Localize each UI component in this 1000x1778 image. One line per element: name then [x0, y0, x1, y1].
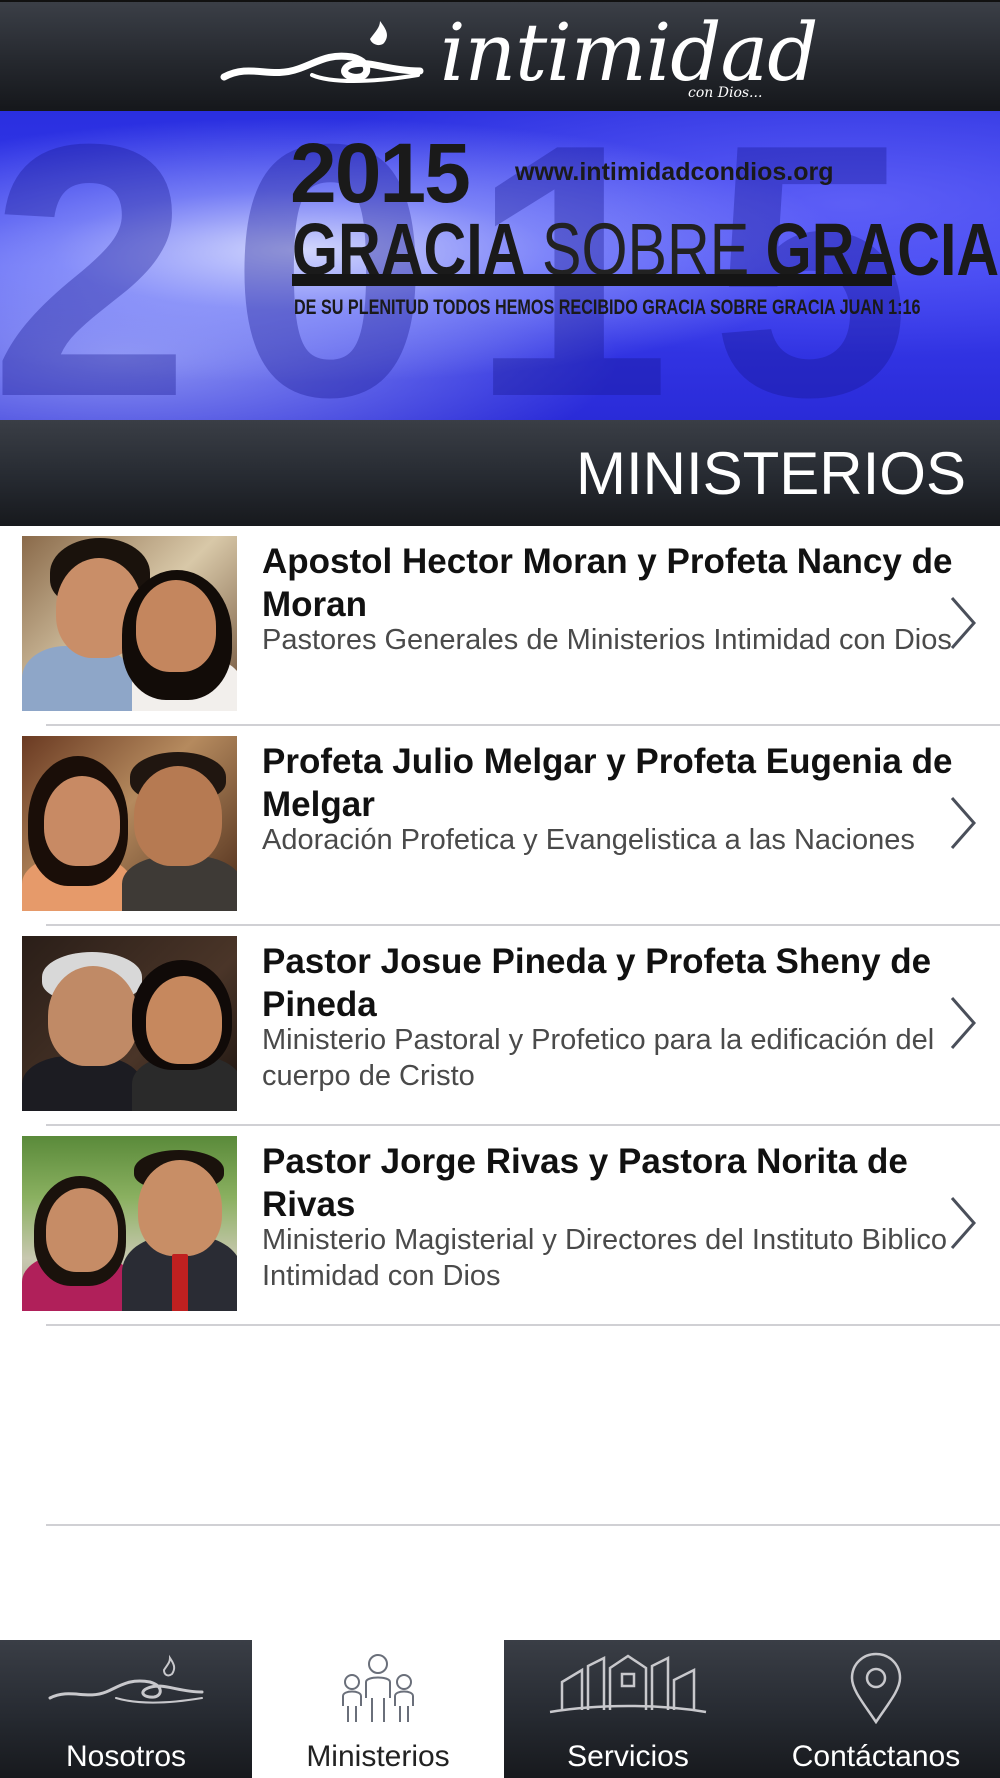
tab-label: Contáctanos: [791, 1740, 961, 1773]
chevron-right-icon: [950, 797, 976, 849]
tab-ministerios[interactable]: Ministerios: [252, 1640, 504, 1778]
buildings-icon: [549, 1654, 707, 1714]
ministry-subtitle: Ministerio Magisterial y Directores del …: [262, 1224, 947, 1292]
waves-logo-icon: [48, 1654, 204, 1704]
intimidad-logo: intimidad con Dios...: [220, 6, 818, 107]
logo-tagline: con Dios...: [688, 84, 763, 101]
banner-verse: DE SU PLENITUD TODOS HEMOS RECIBIDO GRAC…: [294, 296, 921, 319]
list-item-moran[interactable]: Apostol Hector Moran y Profeta Nancy de …: [0, 526, 1000, 726]
chevron-right-icon: [950, 1197, 976, 1249]
ministry-photo: [22, 536, 237, 711]
tab-nosotros[interactable]: Nosotros: [0, 1640, 252, 1778]
row-separator: [46, 1524, 1000, 1526]
tab-bar: Nosotros Ministerios Servicios Contáctan…: [0, 1640, 1000, 1778]
ministry-title: Pastor Josue Pineda y Profeta Sheny de P…: [262, 942, 932, 1024]
banner-image: 2015 2015 www.intimidadcondios.org GRACI…: [0, 111, 1000, 420]
ministry-subtitle: Adoración Profetica y Evangelistica a la…: [262, 824, 915, 856]
people-icon: [342, 1654, 414, 1722]
ministries-list: Apostol Hector Moran y Profeta Nancy de …: [0, 526, 1000, 1526]
ministry-title: Apostol Hector Moran y Profeta Nancy de …: [262, 542, 953, 624]
location-pin-icon: [850, 1652, 902, 1724]
empty-list-row: [0, 1326, 1000, 1526]
ministry-photo: [22, 736, 237, 911]
list-item-melgar[interactable]: Profeta Julio Melgar y Profeta Eugenia d…: [0, 726, 1000, 926]
tab-label: Servicios: [567, 1740, 689, 1773]
app-header: intimidad con Dios...: [0, 0, 1000, 111]
tab-servicios[interactable]: Servicios: [504, 1640, 752, 1778]
chevron-right-icon: [950, 597, 976, 649]
list-item-rivas[interactable]: Pastor Jorge Rivas y Pastora Norita de R…: [0, 1126, 1000, 1326]
section-title: MINISTERIOS: [575, 440, 966, 507]
ministry-title: Pastor Jorge Rivas y Pastora Norita de R…: [262, 1142, 908, 1224]
tab-label: Nosotros: [65, 1740, 187, 1773]
chevron-right-icon: [950, 997, 976, 1049]
banner-divider: [292, 274, 892, 286]
banner-url: www.intimidadcondios.org: [515, 158, 834, 186]
ministry-photo: [22, 936, 237, 1111]
logo-wave-icon: [220, 20, 424, 83]
tab-contactanos[interactable]: Contáctanos: [752, 1640, 1000, 1778]
section-header: MINISTERIOS: [0, 420, 1000, 526]
ministry-subtitle: Ministerio Pastoral y Profetico para la …: [262, 1024, 935, 1092]
tab-label: Ministerios: [306, 1740, 450, 1773]
list-item-pineda[interactable]: Pastor Josue Pineda y Profeta Sheny de P…: [0, 926, 1000, 1126]
ministry-title: Profeta Julio Melgar y Profeta Eugenia d…: [262, 742, 953, 824]
ministry-photo: [22, 1136, 237, 1311]
ministry-subtitle: Pastores Generales de Ministerios Intimi…: [262, 624, 952, 656]
